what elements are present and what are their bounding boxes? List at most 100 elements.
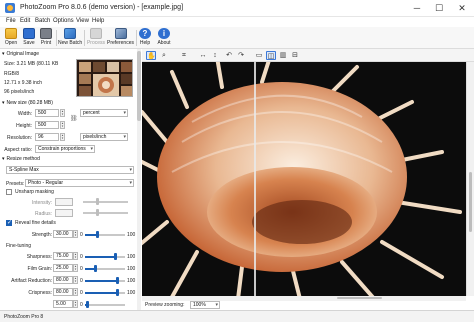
process-button[interactable]: Process	[86, 28, 106, 49]
original-image-header[interactable]: ▾ Original Image	[2, 51, 39, 57]
menu-options[interactable]: Options	[53, 18, 74, 24]
resolution-stepper[interactable]: ▴ ▾	[60, 133, 65, 141]
intensity-input[interactable]	[55, 198, 73, 206]
unsharp-masking-checkbox[interactable]	[6, 189, 12, 195]
fine-tuning-extra-slider-thumb[interactable]	[85, 301, 89, 308]
width-input[interactable]: 500	[35, 109, 59, 117]
resolution-input[interactable]: 96	[35, 133, 59, 141]
crispness-input[interactable]: 80.00	[53, 288, 73, 296]
fit-height-button[interactable]: ↕	[210, 51, 220, 60]
width-stepper[interactable]: ▴ ▾	[60, 109, 65, 117]
film-grain-slider[interactable]	[85, 268, 125, 270]
preview-horizontal-scroll-thumb[interactable]	[337, 297, 382, 299]
preferences-label: Preferences	[107, 40, 134, 46]
save-button[interactable]: Save	[21, 28, 37, 49]
sharpness-slider-thumb[interactable]	[113, 253, 117, 260]
sharpness-slider[interactable]	[85, 256, 125, 258]
new-size-heading: New size (80.28 MB)	[6, 100, 53, 106]
original-image-thumbnail[interactable]	[76, 59, 133, 97]
settings-panel-scroll-thumb[interactable]	[137, 51, 141, 121]
radius-slider-thumb[interactable]	[96, 209, 99, 216]
chain-link-icon[interactable]: ⛓	[70, 115, 78, 122]
chevron-down-icon: ▾	[2, 100, 5, 106]
menu-help[interactable]: Help	[92, 18, 104, 24]
help-label: Help	[139, 40, 151, 46]
preview-vertical-scrollbar[interactable]	[466, 62, 474, 296]
split-view-vertical-button[interactable]: ◫	[266, 51, 276, 60]
new-batch-button[interactable]: New Batch	[58, 28, 82, 49]
radius-input[interactable]	[55, 209, 73, 217]
crispness-slider-thumb[interactable]	[115, 289, 119, 296]
open-button[interactable]: Open	[3, 28, 19, 49]
crispness-stepper[interactable]: ▴ ▾	[73, 288, 78, 296]
original-image-heading: Original Image	[6, 51, 40, 57]
minimize-button[interactable]: ─	[406, 0, 428, 16]
single-view-button[interactable]: ▭	[254, 51, 264, 60]
strength-slider-thumb[interactable]	[95, 231, 99, 238]
preview-vertical-scroll-thumb[interactable]	[469, 172, 472, 232]
artifact-reduction-max: 100	[127, 278, 136, 284]
menu-view[interactable]: View	[76, 18, 89, 24]
film-grain-slider-thumb[interactable]	[93, 265, 97, 272]
artifact-reduction-label: Artifact Reduction:	[11, 278, 52, 284]
strength-stepper[interactable]: ▴ ▾	[73, 230, 78, 238]
save-icon	[23, 28, 35, 39]
resize-method-select[interactable]: S-Spline Max	[6, 166, 134, 174]
split-view-double-button[interactable]: ▥	[278, 51, 288, 60]
menu-edit[interactable]: Edit	[20, 18, 30, 24]
sharpness-input[interactable]: 75.00	[53, 252, 73, 260]
hand-tool-button[interactable]: ✋	[146, 51, 156, 60]
preferences-button[interactable]: Preferences	[107, 28, 134, 49]
open-label: Open	[4, 40, 18, 46]
print-button[interactable]: Print	[38, 28, 54, 49]
crispness-slider[interactable]	[85, 292, 125, 294]
artifact-reduction-stepper[interactable]: ▴ ▾	[73, 276, 78, 284]
fine-tuning-extra-input[interactable]: 5.00	[53, 300, 73, 308]
artifact-reduction-input[interactable]: 80.00	[53, 276, 73, 284]
strength-input[interactable]: 30.00	[53, 230, 73, 238]
reveal-fine-details-checkbox[interactable]	[6, 219, 12, 226]
film-grain-input[interactable]: 25.00	[53, 264, 73, 272]
rotate-left-button[interactable]: ↶	[224, 51, 234, 60]
crop-tool-button[interactable]: ⌗	[179, 51, 189, 60]
printer-icon	[40, 28, 52, 39]
preview-zoom-select[interactable]: 100%	[190, 301, 220, 309]
maximize-button[interactable]: ☐	[428, 0, 450, 16]
split-view-divider[interactable]	[254, 62, 256, 296]
crispness-label: Crispness:	[28, 290, 52, 296]
fine-tuning-extra-slider[interactable]	[85, 304, 125, 306]
strength-label: Strength:	[31, 232, 52, 238]
intensity-slider[interactable]	[83, 201, 128, 203]
process-label: Process	[86, 40, 106, 46]
preview-canvas[interactable]	[142, 62, 466, 296]
menu-file[interactable]: File	[6, 18, 16, 24]
fit-width-button[interactable]: ↔	[198, 51, 208, 60]
width-unit-select[interactable]: percent	[80, 109, 128, 117]
strength-slider[interactable]	[85, 234, 125, 236]
height-stepper[interactable]: ▴ ▾	[60, 121, 65, 129]
aspect-ratio-select[interactable]: Constrain proportions	[35, 145, 95, 153]
fine-tuning-extra-stepper[interactable]: ▴ ▾	[73, 300, 78, 308]
intensity-slider-thumb[interactable]	[96, 198, 99, 205]
menu-batch[interactable]: Batch	[35, 18, 50, 24]
zoom-tool-button[interactable]: ⌕	[159, 51, 169, 60]
height-input[interactable]: 500	[35, 121, 59, 129]
film-grain-stepper[interactable]: ▴ ▾	[73, 264, 78, 272]
help-button[interactable]: ? Help	[138, 28, 152, 49]
sharpness-stepper[interactable]: ▴ ▾	[73, 252, 78, 260]
presets-select[interactable]: Photo - Regular	[25, 179, 134, 187]
settings-panel-scrollbar[interactable]	[137, 49, 141, 310]
artifact-reduction-slider-thumb[interactable]	[115, 277, 119, 284]
artifact-reduction-slider[interactable]	[85, 280, 125, 282]
about-button[interactable]: i About	[155, 28, 173, 49]
rotate-right-button[interactable]: ↷	[236, 51, 246, 60]
radius-slider[interactable]	[83, 212, 128, 214]
film-grain-max: 100	[127, 266, 136, 272]
resolution-unit-select[interactable]: pixels/inch	[80, 133, 128, 141]
new-size-header[interactable]: ▾ New size (80.28 MB)	[2, 100, 53, 106]
close-button[interactable]: ✕	[451, 0, 473, 16]
resize-method-header[interactable]: ▾ Resize method	[2, 156, 40, 162]
main-toolbar: Open Save Print New Batch Process Prefer…	[0, 27, 474, 49]
width-label: Width:	[17, 111, 32, 117]
split-view-horizontal-button[interactable]: ⊟	[290, 51, 300, 60]
